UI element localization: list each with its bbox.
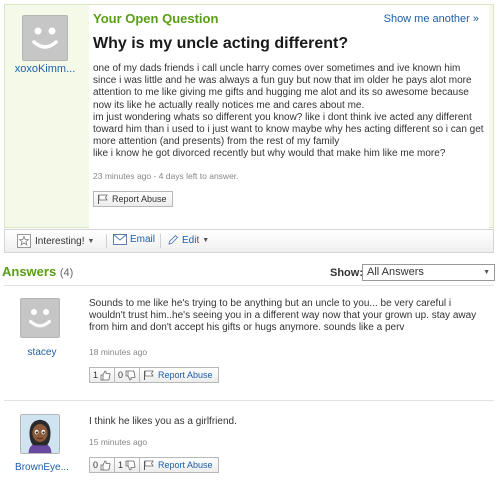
default-avatar-icon	[32, 27, 58, 49]
show-label: Show:	[330, 267, 363, 279]
thumbs-up-count: 1	[93, 370, 99, 380]
report-abuse-label: Report Abuse	[158, 370, 213, 380]
answer-avatar[interactable]	[20, 414, 60, 454]
question-meta: 23 minutes ago - 4 days left to answer.	[93, 171, 239, 181]
asker-username[interactable]: xoxoKimm...	[7, 63, 83, 75]
answers-filter-value: All Answers	[367, 266, 424, 278]
answer-username[interactable]: BrownEye...	[2, 462, 82, 473]
answers-filter-select[interactable]: All Answers ▼	[362, 264, 495, 281]
answer-avatar[interactable]	[20, 298, 60, 338]
email-button[interactable]: Email	[113, 234, 155, 245]
question-action-bar: Interesting! ▼ Email Edit ▼	[4, 229, 494, 253]
flag-icon	[144, 460, 154, 470]
divider	[4, 285, 494, 286]
answers-heading: Answers (4)	[2, 264, 73, 279]
answer-text: I think he likes you as a girlfriend.	[89, 416, 237, 427]
thumbs-up-icon	[100, 460, 111, 470]
answers-count: (4)	[59, 267, 74, 279]
thumbs-down-count: 1	[118, 460, 124, 470]
section-label: Your Open Question	[93, 11, 219, 26]
thumbs-up-count: 0	[93, 460, 99, 470]
cartoon-avatar-icon	[21, 415, 59, 453]
report-abuse-label: Report Abuse	[158, 460, 213, 470]
thumbs-up-button[interactable]: 0	[89, 457, 116, 473]
pencil-icon	[168, 234, 179, 245]
answer-text: Sounds to me like he's trying to be anyt…	[89, 298, 477, 334]
thumbs-down-button[interactable]: 1	[114, 457, 141, 473]
report-abuse-button[interactable]: Report Abuse	[139, 457, 219, 473]
chevron-down-icon: ▼	[87, 237, 95, 245]
chevron-down-icon: ▼	[483, 269, 490, 276]
show-another-link[interactable]: Show me another »	[384, 13, 479, 25]
flag-icon	[98, 194, 108, 204]
flag-icon	[144, 370, 154, 380]
edit-label: Edit	[182, 234, 200, 246]
thumbs-down-icon	[125, 370, 136, 380]
thumbs-down-button[interactable]: 0	[114, 367, 141, 383]
answer-controls: 1 0 Report Abuse	[89, 367, 219, 383]
interesting-button[interactable]: Interesting! ▼	[17, 234, 94, 248]
star-icon	[17, 234, 31, 248]
thumbs-up-icon	[100, 370, 111, 380]
answer-username[interactable]: stacey	[2, 347, 82, 358]
answer-meta: 15 minutes ago	[89, 437, 148, 447]
report-abuse-button[interactable]: Report Abuse	[93, 191, 173, 207]
divider	[160, 234, 161, 248]
envelope-icon	[113, 234, 127, 245]
report-abuse-button[interactable]: Report Abuse	[139, 367, 219, 383]
thumbs-up-button[interactable]: 1	[89, 367, 116, 383]
answers-title: Answers	[2, 264, 57, 279]
divider	[4, 400, 494, 401]
thumbs-down-count: 0	[118, 370, 124, 380]
thumbs-down-icon	[125, 460, 136, 470]
divider	[106, 234, 107, 248]
default-avatar-icon	[28, 308, 52, 328]
question-body: one of my dads friends i call uncle harr…	[93, 63, 484, 160]
asker-avatar[interactable]	[22, 15, 68, 61]
question-title: Why is my uncle acting different?	[93, 35, 349, 52]
email-label: Email	[130, 234, 156, 245]
answer-meta: 18 minutes ago	[89, 347, 148, 357]
answer-controls: 0 1 Report Abuse	[89, 457, 219, 473]
question-box: xoxoKimm... Your Open Question Show me a…	[4, 4, 494, 229]
chevron-down-icon: ▼	[202, 236, 210, 244]
interesting-label: Interesting!	[35, 235, 85, 247]
edit-button[interactable]: Edit ▼	[167, 234, 209, 246]
report-abuse-label: Report Abuse	[112, 194, 167, 204]
question-content: Your Open Question Show me another » Why…	[89, 5, 489, 229]
